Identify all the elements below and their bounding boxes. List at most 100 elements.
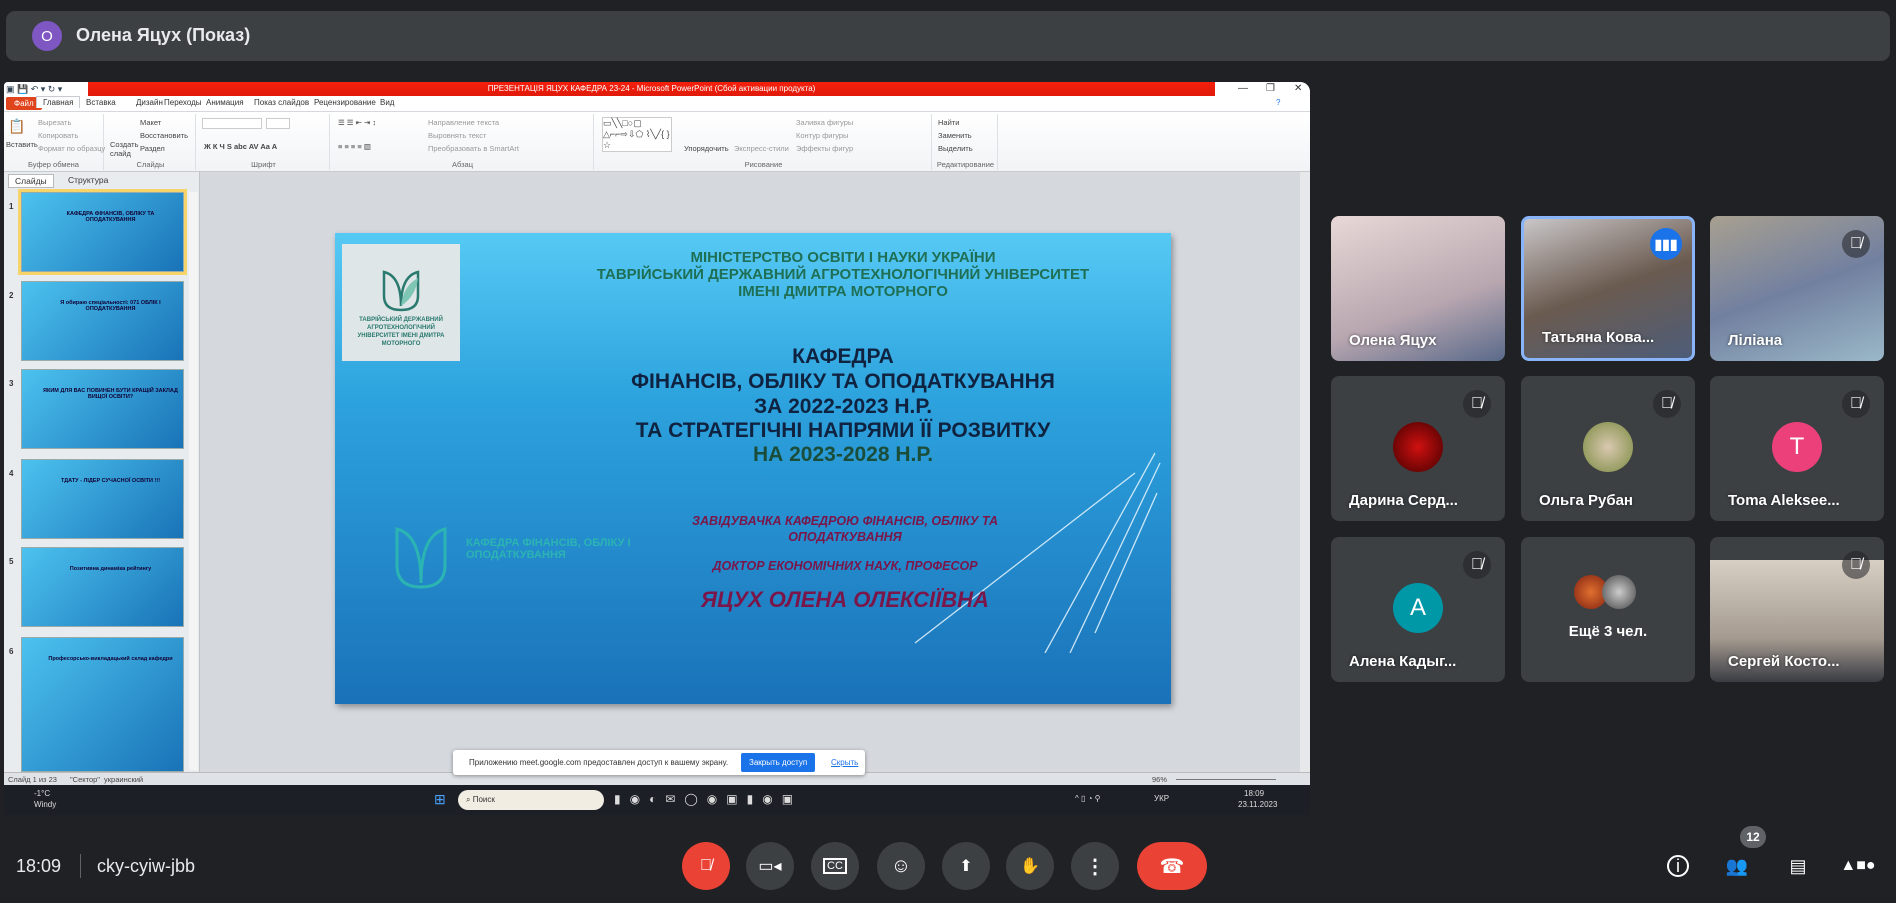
taskbar-search[interactable]: ⌕ Поиск [458,790,604,810]
tab-view[interactable]: Вид [380,98,394,107]
slide-number: 6 [9,647,14,656]
format-painter-button[interactable]: Формат по образцу [38,144,105,153]
participant-tile[interactable]: 🎙̸ Сергей Косто... [1710,537,1884,682]
editor-scrollbar[interactable] [1300,172,1310,772]
chat-icon: ▤ [1789,855,1807,876]
minimize-icon[interactable]: — [1238,83,1248,94]
tab-slideshow[interactable]: Показ слайдов [254,98,309,107]
tab-slides[interactable]: Слайды [8,174,54,188]
group-label: Абзац [451,160,474,169]
arrange-button[interactable]: Упорядочить [684,144,729,153]
current-slide[interactable]: ТАВРІЙСЬКИЙ ДЕРЖАВНИЙ АГРОТЕХНОЛОГІЧНИЙ … [335,233,1171,704]
university-name-line: ІМЕНІ ДМИТРА МОТОРНОГО [738,283,948,300]
group-label: Рисование [744,160,783,169]
smartart-button[interactable]: Преобразовать в SmartArt [428,144,519,153]
start-icon[interactable]: ⊞ [434,791,446,808]
camera-toggle-button[interactable]: ▭◂ [746,842,794,890]
slide-thumbnail[interactable]: ТДАТУ - ЛІДЕР СУЧАСНОЇ ОСВІТИ !!! [21,459,184,539]
zoom-slider[interactable] [1176,779,1276,780]
slide-thumbnail[interactable]: Позитивна динаміка рейтингу [21,547,184,627]
presenter-avatar: О [32,21,62,51]
participant-tile[interactable]: 🎙̸ A Алена Кадыг... [1331,537,1505,682]
tab-home[interactable]: Главная [36,96,81,108]
tab-insert[interactable]: Вставка [86,98,116,107]
department-logo: КАФЕДРА ФІНАНСІВ, ОБЛІКУ І ОПОДАТКУВАННЯ [391,523,631,593]
more-participants-tile[interactable]: Ещё 3 чел. [1521,537,1695,682]
participant-name: Сергей Косто... [1728,653,1840,670]
help-icon[interactable]: ? [1276,98,1280,107]
thumbnail-text: Я обираю спеціальності: 071 ОБЛІК І ОПОД… [60,300,161,312]
raise-hand-button[interactable]: ✋ [1006,842,1054,890]
participant-tile[interactable]: ▮▮▮ Татьяна Кова... [1521,216,1695,361]
hide-link[interactable]: Скрыть [831,758,858,767]
captions-button[interactable]: CC [811,842,859,890]
find-button[interactable]: Найти [938,118,959,127]
layout-button[interactable]: Макет [140,118,161,127]
section-button[interactable]: Раздел [140,144,165,153]
participant-tile[interactable]: Олена Яцух [1331,216,1505,361]
align-buttons[interactable]: ≡ ≡ ≡ ≡ ▥ [338,142,371,151]
copy-button[interactable]: Копировать [38,131,78,140]
weather-temp: -1°C [34,789,51,798]
title-line: ФІНАНСІВ, ОБЛІКУ ТА ОПОДАТКУВАННЯ [631,370,1055,393]
taskbar-apps[interactable]: ▮◉◐✉◯◉▣▮◉▣ [614,792,802,806]
tray-icons[interactable]: ^ ▯ ◔ ⚲ [1075,794,1101,803]
close-icon[interactable]: ✕ [1294,83,1302,94]
thumbnail-text: Позитивна динаміка рейтингу [69,566,152,572]
replace-button[interactable]: Заменить [938,131,972,140]
list-buttons[interactable]: ☰ ☰ ⇤ ⇥ ↕ [338,118,376,127]
tab-design[interactable]: Дизайн [136,98,163,107]
shape-outline-button[interactable]: Контур фигуры [796,131,848,140]
font-name-input[interactable] [202,118,262,129]
participant-tile[interactable]: 🎙̸ Ольга Рубан [1521,376,1695,521]
tab-transitions[interactable]: Переходы [164,98,202,107]
participant-tile[interactable]: 🎙̸ Дарина Серд... [1331,376,1505,521]
maximize-icon[interactable]: ❐ [1266,83,1275,94]
participant-tile[interactable]: 🎙̸ Ліліана [1710,216,1884,361]
present-button[interactable]: ⬆ [942,842,990,890]
shape-effects-button[interactable]: Эффекты фигур [796,144,853,153]
slide-thumbnail[interactable]: КАФЕДРА ФІНАНСІВ, ОБЛІКУ ТА ОПОДАТКУВАНН… [18,189,187,275]
people-button[interactable]: 👥 [1723,852,1751,880]
slide-thumbnail[interactable]: ЯКИМ ДЛЯ ВАС ПОВИНЕН БУТИ КРАЩІЙ ЗАКЛАД … [21,369,184,449]
shape-fill-button[interactable]: Заливка фигуры [796,118,853,127]
quick-access-toolbar[interactable]: ▣ 💾 ↶ ▾ ↻ ▾ [6,84,62,95]
presenter-header: О Олена Яцух (Показ) [6,11,1890,61]
font-size-input[interactable] [266,118,290,129]
slide-number: 5 [9,557,14,566]
thumbnail-text: ЯКИМ ДЛЯ ВАС ПОВИНЕН БУТИ КРАЩІЙ ЗАКЛАД … [43,388,178,400]
font-format-buttons[interactable]: Ж К Ч S abc AV Aa A [204,142,277,151]
participant-avatar [1602,575,1636,609]
more-options-button[interactable]: ⋮ [1071,842,1119,890]
reactions-button[interactable]: ☺ [877,842,925,890]
reset-button[interactable]: Восстановить [140,131,188,140]
tab-outline[interactable]: Структура [62,174,114,186]
tab-review[interactable]: Рецензирование [314,98,376,107]
leave-call-button[interactable]: ☎ [1137,842,1207,890]
slide-thumbnail[interactable]: Я обираю спеціальності: 071 ОБЛІК І ОПОД… [21,281,184,361]
meeting-info-button[interactable]: i [1664,852,1692,880]
participant-avatar: A [1393,583,1443,633]
participant-tile[interactable]: 🎙̸ T Toma Aleksee... [1710,376,1884,521]
ribbon: 📋 Вставить Вырезать Копировать Формат по… [4,112,1310,172]
cut-button[interactable]: Вырезать [38,118,71,127]
language-indicator[interactable]: УКР [1154,794,1169,803]
activities-button[interactable]: ▲■● [1840,852,1875,880]
head-name: ЯЦУХ ОЛЕНА ОЛЕКСІЇВНА [701,587,989,612]
group-editing: Найти Заменить Выделить Редактирование [934,114,998,170]
new-slide-button[interactable]: Создать слайд [110,140,139,158]
align-text-button[interactable]: Выровнять текст [428,131,486,140]
shapes-gallery[interactable]: ▭╲╲□○▢ △⌐⌐⇨⇩⬠ ⌇╲╱{ }☆ [602,117,672,152]
slide-thumbnail[interactable]: Професорсько-викладацький склад кафедри [21,637,184,772]
select-button[interactable]: Выделить [938,144,973,153]
ribbon-tabs: Файл Главная Вставка Дизайн Переходы Ани… [4,96,1310,112]
tab-animation[interactable]: Анимация [206,98,244,107]
paste-button[interactable]: Вставить [6,140,38,149]
stop-sharing-button[interactable]: Закрыть доступ [741,753,816,772]
panel-scrollbar[interactable] [189,192,198,770]
slide-number: 1 [9,202,14,211]
chat-button[interactable]: ▤ [1784,852,1812,880]
mic-toggle-button[interactable]: 🎙̸ [682,842,730,890]
text-direction-button[interactable]: Направление текста [428,118,499,127]
quick-styles-button[interactable]: Экспресс-стили [734,144,789,153]
